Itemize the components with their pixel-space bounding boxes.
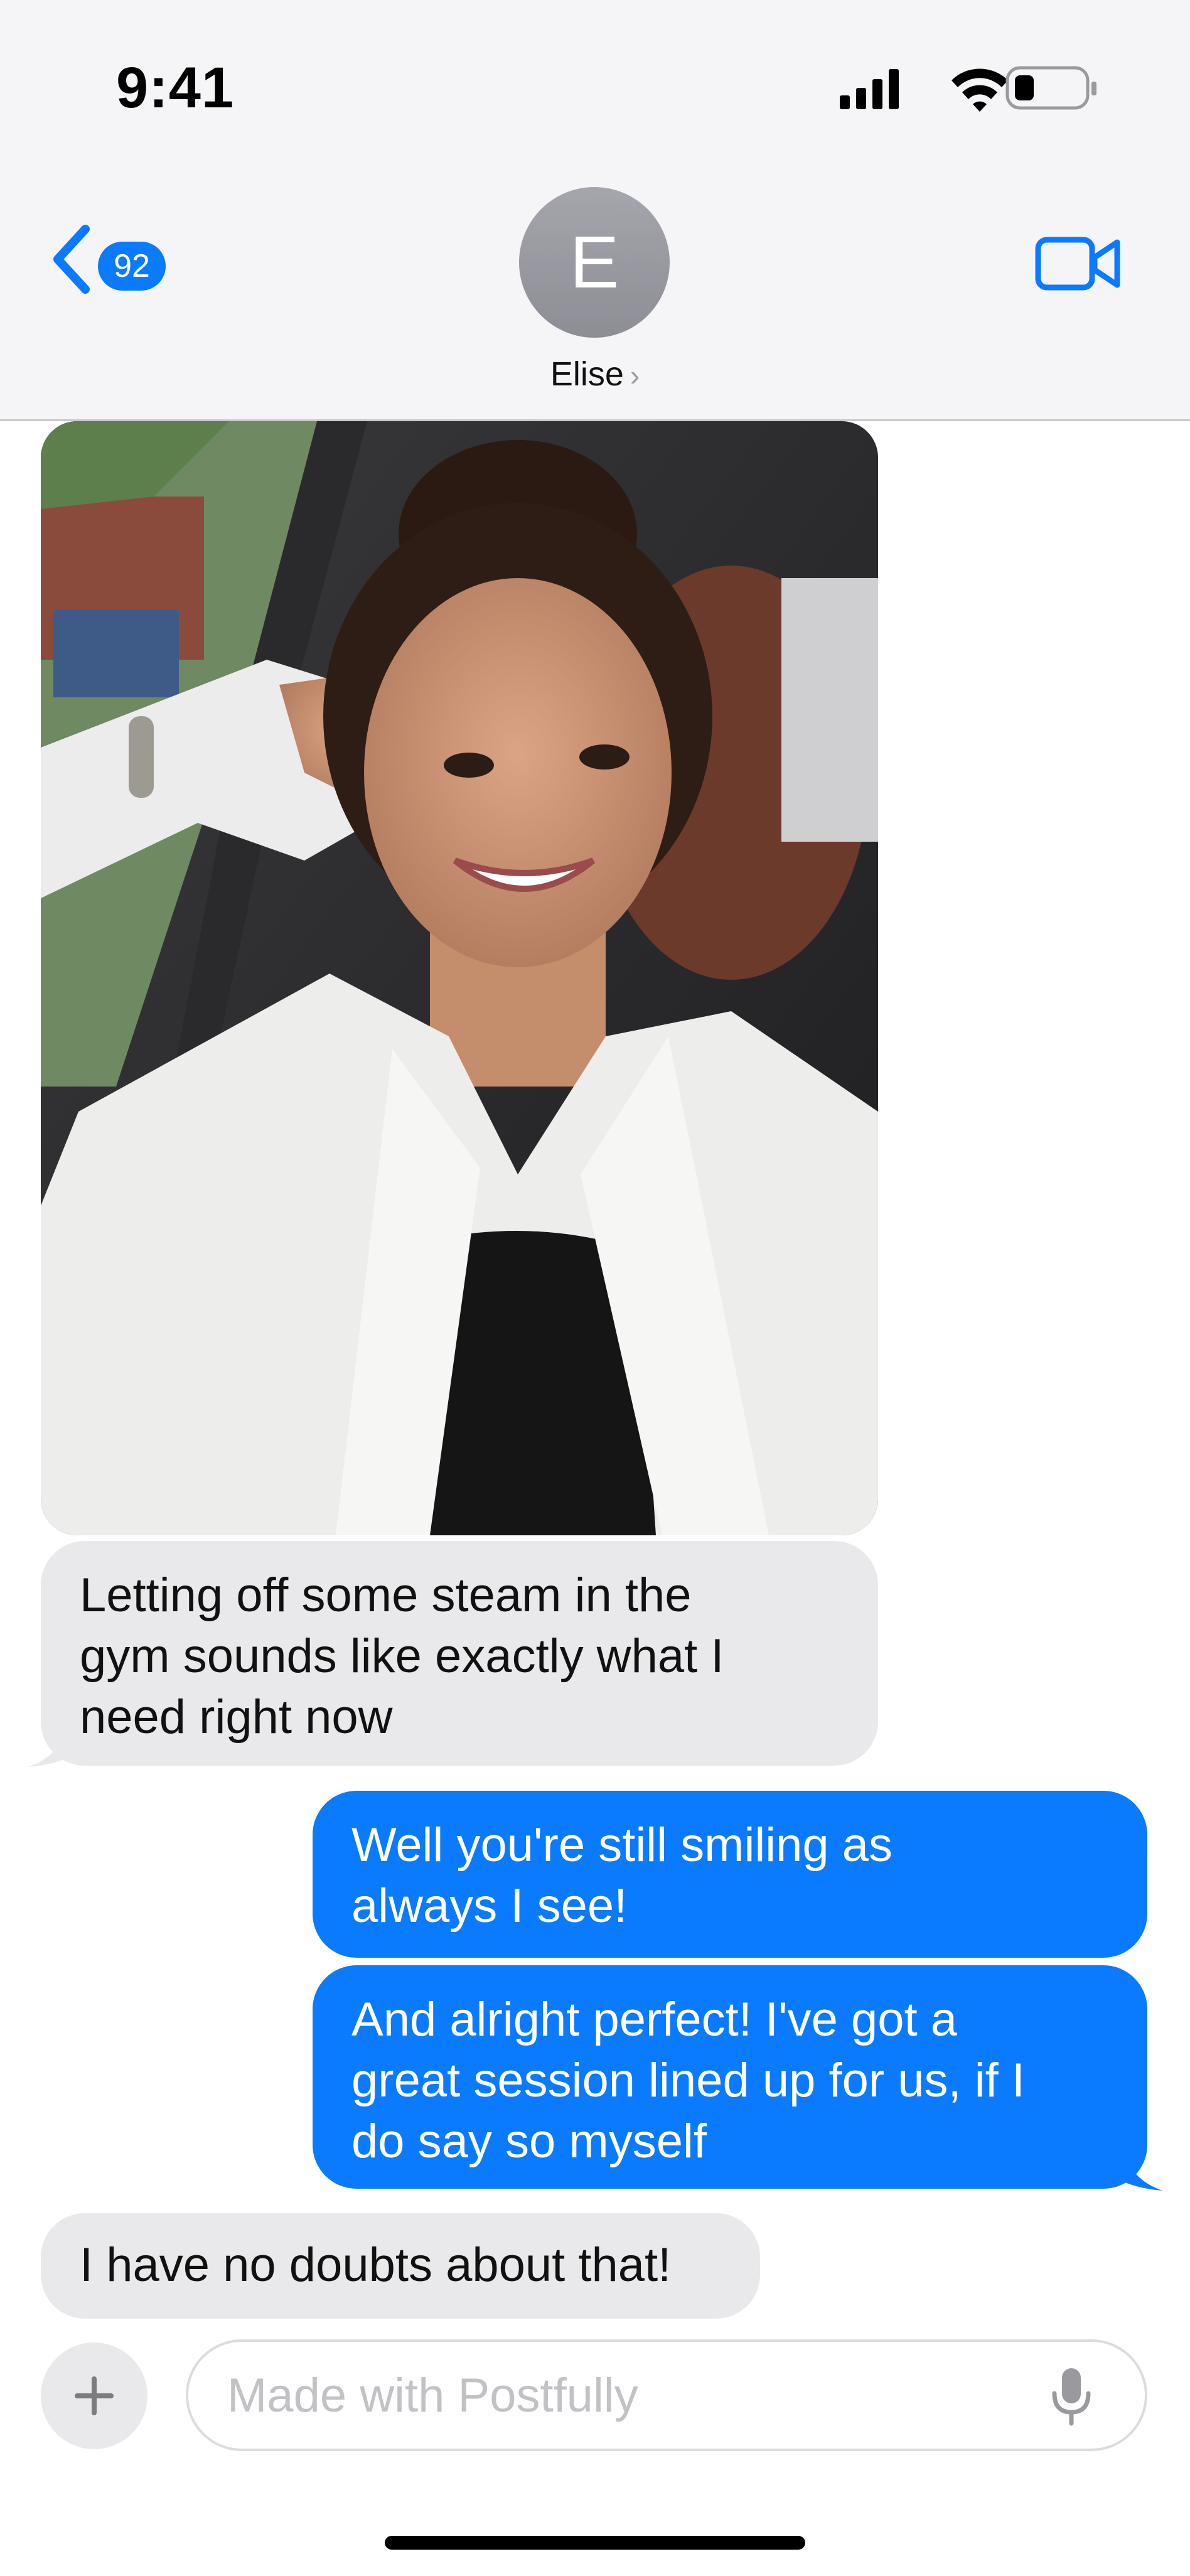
home-indicator[interactable] bbox=[385, 2536, 805, 2550]
contact-avatar[interactable]: E bbox=[519, 187, 670, 338]
contact-name: Elise bbox=[550, 355, 624, 393]
cellular-signal-icon bbox=[840, 69, 899, 109]
message-line: gym sounds like exactly what I bbox=[80, 1629, 724, 1683]
plus-icon bbox=[75, 2376, 114, 2415]
message-input-placeholder: Made with Postfully bbox=[227, 2369, 638, 2422]
contact-name-row[interactable]: Elise › bbox=[0, 355, 1190, 394]
status-time: 9:41 bbox=[116, 56, 235, 120]
message-line: And alright perfect! I've got a bbox=[351, 1993, 958, 2046]
status-icons bbox=[840, 66, 1096, 112]
message-line: need right now bbox=[80, 1690, 393, 1744]
message-line: Well you're still smiling as bbox=[351, 1818, 893, 1872]
message-line: always I see! bbox=[351, 1879, 628, 1933]
chevron-left-icon bbox=[53, 225, 90, 294]
message-bubble-outgoing[interactable]: Well you're still smiling as always I se… bbox=[313, 1791, 1147, 1958]
message-bubble-incoming[interactable]: I have no doubts about that! bbox=[41, 2213, 760, 2319]
message-line: Letting off some steam in the bbox=[80, 1569, 692, 1622]
video-camera-icon[interactable] bbox=[1034, 232, 1122, 295]
navigation-header: 9:41 92 E Elise › bbox=[0, 0, 1190, 421]
microphone-icon[interactable] bbox=[1049, 2366, 1093, 2426]
selfie-photo-image bbox=[41, 421, 878, 1535]
chevron-right-icon: › bbox=[630, 359, 640, 392]
message-line: do say so myself bbox=[351, 2115, 707, 2168]
message-line: great session lined up for us, if I bbox=[351, 2054, 1026, 2107]
message-line: I have no doubts about that! bbox=[80, 2238, 672, 2292]
message-input[interactable]: Made with Postfully bbox=[186, 2339, 1147, 2451]
add-attachment-button[interactable] bbox=[41, 2343, 147, 2449]
back-button[interactable]: 92 bbox=[49, 223, 174, 304]
wifi-icon bbox=[951, 68, 1008, 112]
message-bubble-outgoing[interactable]: And alright perfect! I've got a great se… bbox=[313, 1965, 1147, 2189]
message-photo[interactable] bbox=[41, 421, 878, 1535]
battery-icon bbox=[1005, 66, 1096, 110]
unread-count-badge: 92 bbox=[98, 242, 166, 291]
message-bubble-incoming[interactable]: Letting off some steam in the gym sounds… bbox=[41, 1541, 878, 1766]
